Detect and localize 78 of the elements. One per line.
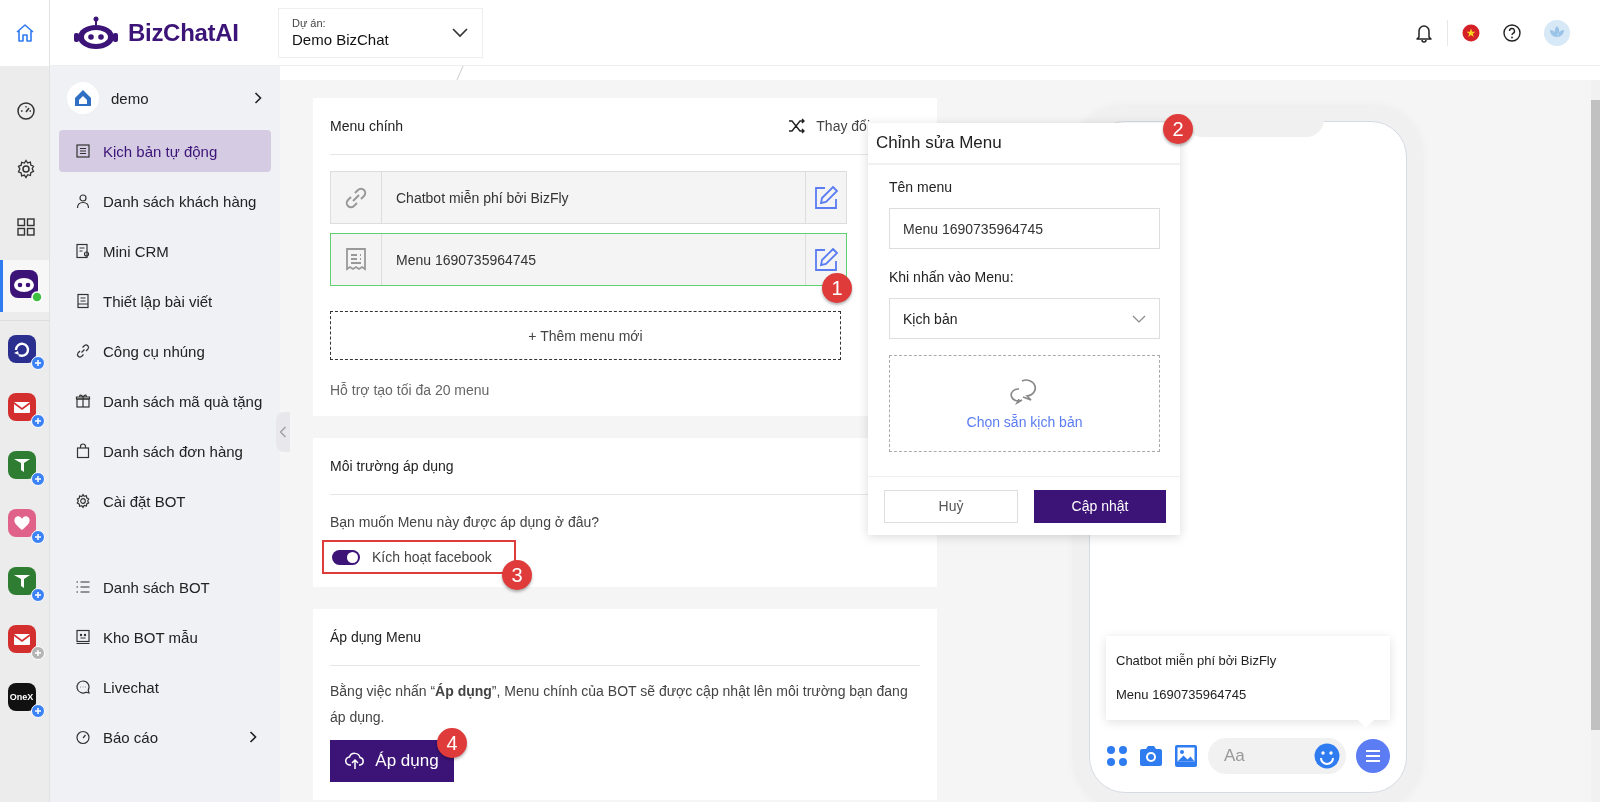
user-icon (75, 193, 91, 209)
description-text: Bằng việc nhấn “Áp dụng”, Menu chính của BOT sẽ được cập nhật lên môi trường bạn đang áp dụng. (330, 682, 909, 727)
sidebar-item[interactable]: Thiết lập bài viết (59, 280, 271, 322)
robot-logo-icon (72, 14, 120, 51)
toggle-label: Kích hoạt facebook (372, 549, 492, 565)
workspace-logo-icon (67, 82, 99, 114)
chevron-right-icon (254, 92, 262, 104)
menu-item[interactable]: Chatbot miễn phí bởi BizFly (330, 171, 847, 224)
popup-menu-item[interactable]: Menu 1690735964745 (1116, 678, 1380, 712)
card-title: Menu chính (330, 118, 404, 134)
list-icon (75, 143, 91, 159)
shopping-bag-icon (75, 443, 91, 459)
grid-icon (17, 218, 35, 236)
sidebar-item[interactable]: Danh sách mã quà tặng (59, 380, 271, 422)
camera-icon[interactable] (1138, 745, 1164, 767)
gauge-icon (75, 729, 91, 745)
menu-icon[interactable] (1356, 739, 1390, 773)
app-icon[interactable] (7, 567, 42, 601)
upload-cloud-icon (345, 752, 366, 770)
gauge-icon (16, 101, 36, 121)
sidebar-item[interactable]: Danh sách BOT (59, 566, 271, 608)
card-title: Áp dụng Menu (330, 629, 422, 645)
field-label: Tên menu (889, 179, 954, 195)
menu-name-field[interactable]: Menu 1690735964745 (889, 208, 1160, 249)
question-text: Bạn muốn Menu này được áp dụng ở đâu? (330, 513, 601, 532)
app-icon[interactable] (7, 393, 42, 427)
receipt-icon (345, 246, 367, 273)
dialog-title: Chỉnh sửa Menu (876, 133, 1002, 153)
add-menu-button[interactable]: + Thêm menu mới (330, 311, 841, 360)
contact-card-icon (75, 243, 91, 259)
sidebar-item[interactable]: Mini CRM (59, 230, 271, 272)
link-icon (75, 343, 91, 359)
document-icon (75, 293, 91, 309)
list-icon (75, 579, 91, 595)
card-title: Môi trường áp dụng (330, 458, 454, 474)
edit-icon[interactable] (813, 246, 839, 273)
popup-menu-item[interactable]: Chatbot miễn phí bởi BizFly (1116, 644, 1380, 678)
chevron-down-icon (452, 27, 468, 38)
flag-icon[interactable] (1462, 23, 1480, 42)
app-icon[interactable] (7, 451, 42, 485)
sidebar-item[interactable]: Công cụ nhúng (59, 330, 271, 372)
cancel-button[interactable]: Huỷ (884, 489, 1018, 523)
sidebar-item[interactable]: Danh sách khách hàng (59, 180, 271, 222)
slash-mark (456, 66, 464, 80)
workspace-selector[interactable]: demo (50, 66, 280, 118)
help-icon[interactable] (1502, 22, 1522, 43)
gift-icon (75, 393, 91, 409)
home-icon[interactable] (14, 23, 35, 43)
chevron-down-icon (1132, 314, 1146, 323)
sidebar-item[interactable]: Danh sách đơn hàng (59, 430, 271, 472)
sidebar-item[interactable]: Kịch bản tự động (59, 130, 271, 172)
collapse-handle[interactable] (276, 412, 290, 452)
script-picker[interactable]: Chọn sẵn kịch bản (889, 355, 1160, 452)
chevron-right-icon (249, 731, 257, 743)
monitor-icon (75, 629, 91, 645)
apps-icon[interactable] (1106, 745, 1128, 767)
hint-text: Hỗ trợ tạo tối đa 20 menu (330, 382, 491, 398)
project-dropdown[interactable]: Dự án: Demo BizChat (278, 7, 483, 58)
sidebar-item[interactable]: Cài đặt BOT (59, 480, 271, 522)
sidebar-item[interactable]: Báo cáo (59, 716, 271, 758)
logo-text: BizChatAI (128, 18, 239, 47)
settings-icon (75, 493, 91, 509)
image-icon[interactable] (1174, 744, 1198, 768)
toggle-switch[interactable] (332, 549, 360, 565)
bot-app-icon (9, 269, 43, 303)
field-label: Khi nhấn vào Menu: (889, 269, 1015, 285)
bell-icon[interactable] (1415, 22, 1433, 43)
app-icon[interactable] (7, 335, 42, 369)
update-button[interactable]: Cập nhật (1034, 489, 1166, 523)
settings-icon (16, 159, 36, 179)
sidebar-item[interactable]: Livechat (59, 666, 271, 708)
shuffle-icon[interactable] (788, 118, 807, 134)
smiley-icon[interactable] (1314, 743, 1340, 769)
chat-icon (75, 679, 91, 695)
scrollbar[interactable] (1591, 80, 1600, 802)
edit-icon[interactable] (813, 184, 839, 211)
sidebar-item[interactable]: Kho BOT mẫu (59, 616, 271, 658)
action-dropdown[interactable]: Kịch bản (889, 298, 1160, 339)
